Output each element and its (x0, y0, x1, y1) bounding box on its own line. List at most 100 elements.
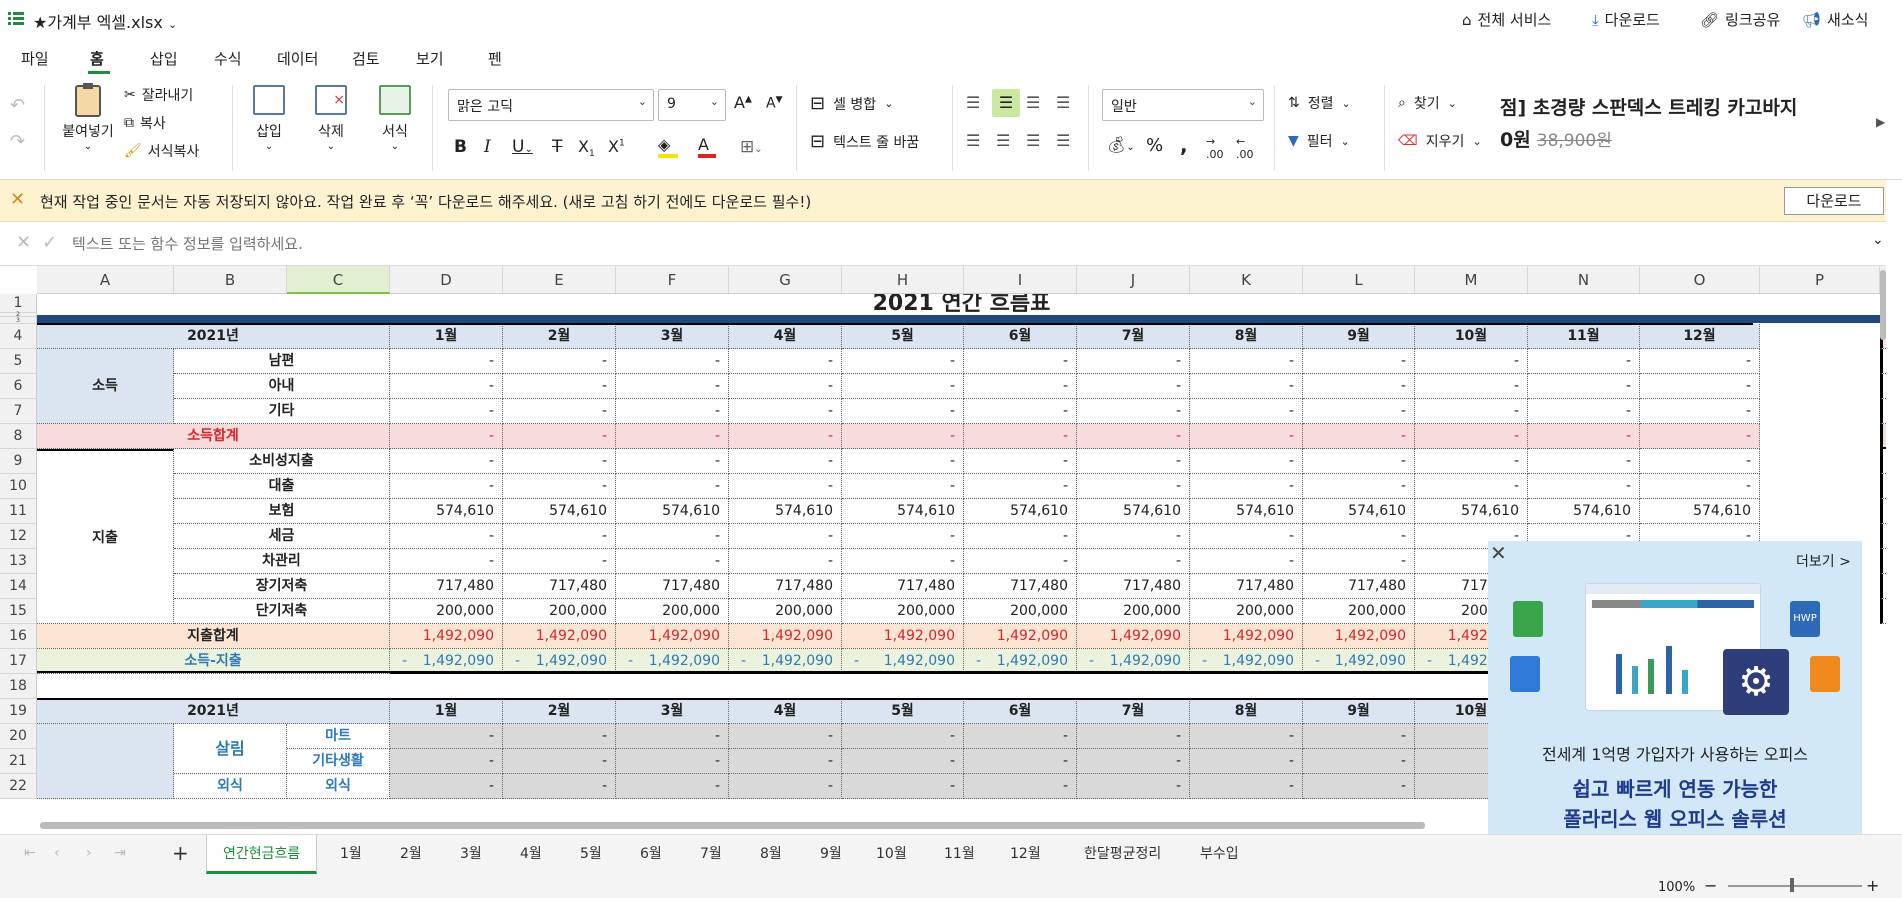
annual-expense-cell[interactable]: - (1880, 474, 1886, 499)
expense-cell[interactable]: 717,480 (1077, 574, 1190, 599)
section2-cell[interactable]: - (964, 774, 1077, 799)
expense-cell[interactable]: - (1190, 449, 1303, 474)
income-total-cell[interactable]: - (842, 424, 964, 449)
column-header-C[interactable]: C (287, 266, 390, 294)
delete-cells-button[interactable]: × 삭제 ⌄ (310, 85, 352, 152)
percent-icon[interactable]: % (1146, 135, 1163, 156)
clear-button[interactable]: ⌫ 지우기 ⌄ (1398, 131, 1482, 151)
income-cell[interactable]: - (1415, 349, 1528, 374)
sheet-tab-13[interactable]: 한달평균정리 (1084, 843, 1161, 863)
cashflow-month-1[interactable]: 1월 (390, 324, 503, 349)
income-total-cell[interactable]: - (1190, 424, 1303, 449)
undo-icon[interactable]: ↶ (10, 95, 25, 116)
expense-row-label[interactable]: 단기저축 (174, 599, 390, 624)
sheet-tab-3[interactable]: 3월 (460, 843, 482, 863)
cashflow-month-5[interactable]: 5월 (842, 324, 964, 349)
row-header-5[interactable]: 5 (0, 349, 37, 374)
section2-cell[interactable]: - (964, 724, 1077, 749)
section2-sub-label[interactable]: 기타생활 (287, 749, 390, 774)
income-cell[interactable]: - (729, 349, 842, 374)
income-total-cell[interactable]: - (729, 424, 842, 449)
annual-expense-cell[interactable]: - (1880, 449, 1886, 474)
font-size-select[interactable]: 9 ⌄ (658, 89, 726, 121)
row-header-16[interactable]: 16 (0, 624, 37, 649)
income-total-cell[interactable]: - (616, 424, 729, 449)
section2-left-block[interactable] (37, 724, 174, 799)
ad-popup[interactable]: ✕ 더보기 > ⚙ HWP 전세계 1억명 가입자가 사용하는 오피스 쉽고 빠… (1488, 541, 1862, 854)
annual-expense-cell[interactable]: - (1880, 599, 1886, 624)
row-header-18[interactable]: 18 (0, 674, 37, 699)
sheet-tab-12[interactable]: 12월 (1010, 843, 1041, 863)
expense-cell[interactable]: 574,610 (1077, 499, 1190, 524)
align-center-icon[interactable]: ☰ (996, 131, 1010, 150)
menu-pen[interactable]: 펜 (488, 48, 502, 69)
expense-cell[interactable]: - (1077, 449, 1190, 474)
expense-total-cell[interactable]: 1,492,090 (1303, 624, 1415, 649)
news-button[interactable]: 📢︎ 새소식 (1802, 9, 1868, 30)
sheet-tab-6[interactable]: 6월 (640, 843, 662, 863)
align-right-icon[interactable]: ☰ (1026, 131, 1040, 150)
row-header-20[interactable]: 20 (0, 724, 37, 749)
income-cell[interactable]: - (390, 399, 503, 424)
income-cell[interactable]: - (842, 399, 964, 424)
expense-row-label[interactable]: 보험 (174, 499, 390, 524)
menu-home[interactable]: 홈 (90, 48, 104, 69)
expense-total-cell[interactable]: 1,492,090 (616, 624, 729, 649)
expense-cell[interactable]: - (1077, 549, 1190, 574)
expense-cell[interactable]: - (1640, 474, 1760, 499)
expense-cell[interactable]: - (1640, 449, 1760, 474)
expense-cell[interactable]: - (1077, 524, 1190, 549)
section2-cell[interactable]: - (616, 774, 729, 799)
insert-cells-button[interactable]: 삽입 ⌄ (248, 85, 290, 152)
expense-cell[interactable]: - (1190, 524, 1303, 549)
cut-button[interactable]: ✂ 잘라내기 (124, 85, 193, 105)
section2-month-7[interactable]: 7월 (1077, 699, 1190, 724)
notice-download-button[interactable]: 다운로드 (1784, 187, 1884, 215)
italic-icon[interactable]: I (484, 137, 491, 157)
expense-cell[interactable]: - (503, 549, 616, 574)
income-cell[interactable]: - (503, 374, 616, 399)
income-cell[interactable]: - (842, 349, 964, 374)
row-header-21[interactable]: 21 (0, 749, 37, 774)
column-header-N[interactable]: N (1528, 266, 1640, 294)
confirm-icon[interactable]: ✓ (42, 232, 57, 253)
section2-month-6[interactable]: 6월 (964, 699, 1077, 724)
section2-cell[interactable]: - (390, 774, 503, 799)
expense-total-cell[interactable]: 1,492,090 (1190, 624, 1303, 649)
annual-expense-cell[interactable]: - (1880, 549, 1886, 574)
income-cell[interactable]: - (390, 349, 503, 374)
section2-cell[interactable]: - (729, 749, 842, 774)
expense-total-cell[interactable]: 1,492,090 (390, 624, 503, 649)
income-cell[interactable]: - (964, 399, 1077, 424)
expense-cell[interactable]: 717,480 (1190, 574, 1303, 599)
expense-cell[interactable]: - (503, 449, 616, 474)
currency-icon[interactable]: 💰︎⌄ (1106, 135, 1135, 154)
expense-cell[interactable]: - (616, 549, 729, 574)
font-color-icon[interactable]: A (698, 135, 716, 158)
section2-month-1[interactable]: 1월 (390, 699, 503, 724)
expense-cell[interactable]: - (842, 449, 964, 474)
expense-row-label[interactable]: 장기저축 (174, 574, 390, 599)
row-header-19[interactable]: 19 (0, 699, 37, 724)
income-cell[interactable]: - (390, 374, 503, 399)
expense-cell[interactable]: - (390, 449, 503, 474)
income-cell[interactable]: - (1077, 399, 1190, 424)
expense-cell[interactable]: 717,480 (503, 574, 616, 599)
column-header-K[interactable]: K (1190, 266, 1303, 294)
section2-cell[interactable]: - (616, 724, 729, 749)
format-cells-button[interactable]: 서식 ⌄ (374, 85, 416, 152)
section2-group-label[interactable]: 외식 (174, 774, 287, 799)
comma-icon[interactable]: , (1180, 133, 1188, 157)
expense-cell[interactable]: - (1415, 449, 1528, 474)
income-total-cell[interactable]: - (1303, 424, 1415, 449)
menu-data[interactable]: 데이터 (277, 48, 318, 69)
expense-cell[interactable]: - (964, 549, 1077, 574)
align-bottom-icon[interactable]: ☰ (1026, 93, 1040, 112)
expense-total-cell[interactable]: 1,492,090 (842, 624, 964, 649)
expense-total-label[interactable]: 지출합계 (37, 624, 390, 649)
expense-cell[interactable]: 717,480 (390, 574, 503, 599)
expense-cell[interactable]: - (842, 549, 964, 574)
expense-cell[interactable]: - (616, 474, 729, 499)
income-cell[interactable]: - (1077, 349, 1190, 374)
zoom-out-icon[interactable]: − (1704, 876, 1717, 895)
